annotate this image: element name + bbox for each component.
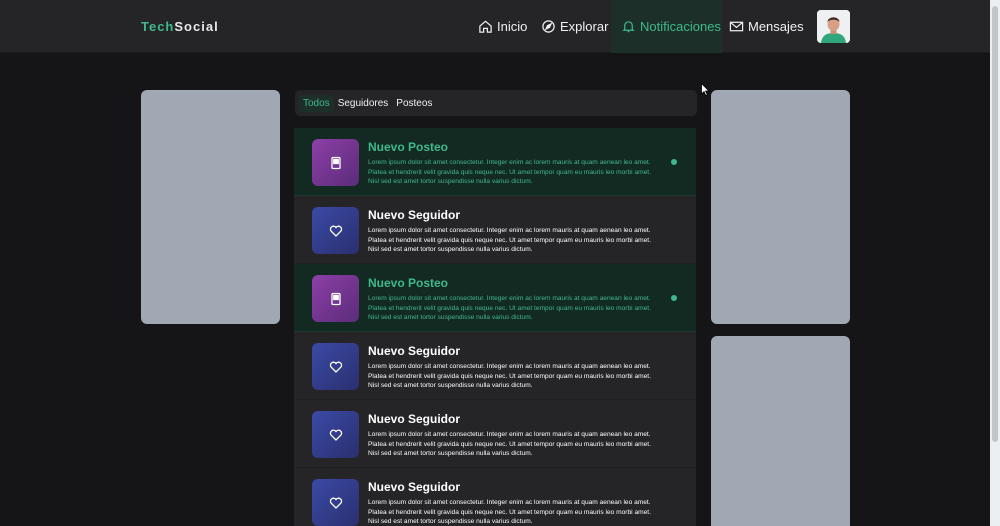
notification-title: Nuevo Posteo [368,140,449,154]
notification-item[interactable]: Nuevo Posteo Lorem ipsum dolor sit amet … [294,264,696,332]
mouse-cursor-icon [701,83,710,96]
notification-list: Nuevo Posteo Lorem ipsum dolor sit amet … [294,128,696,526]
notification-item[interactable]: Nuevo Seguidor Lorem ipsum dolor sit ame… [294,196,696,264]
notification-item[interactable]: Nuevo Posteo Lorem ipsum dolor sit amet … [294,128,696,196]
tab-seguidores[interactable]: Seguidores [334,95,393,112]
top-navbar: TechSocial Inicio Explorar Notificacione… [0,0,990,53]
notification-body: Lorem ipsum dolor sit amet consectetur. … [368,227,651,254]
unread-indicator [671,159,677,165]
unread-indicator [671,295,677,301]
heart-icon [329,225,342,237]
notification-body: Lorem ipsum dolor sit amet consectetur. … [368,295,651,322]
nav-label-mensajes: Mensajes [748,19,804,34]
heart-icon [329,361,342,373]
right-placeholder-card-bottom [711,336,850,526]
heart-icon [329,497,342,509]
notification-title: Nuevo Seguidor [368,480,461,494]
logo[interactable]: TechSocial [141,19,219,34]
notification-item[interactable]: Nuevo Seguidor Lorem ipsum dolor sit ame… [294,400,696,468]
avatar[interactable] [817,10,850,43]
home-icon [479,20,492,33]
notification-title: Nuevo Seguidor [368,344,461,358]
post-thumbnail [312,139,359,186]
document-icon [330,292,341,305]
mail-icon [729,21,744,32]
logo-social: Social [174,19,219,34]
notification-body: Lorem ipsum dolor sit amet consectetur. … [368,159,651,186]
right-placeholder-card-top [711,90,850,324]
nav-item-explorar[interactable]: Explorar [541,0,608,53]
follower-thumbnail [312,479,359,526]
follower-thumbnail [312,207,359,254]
nav-item-notificaciones[interactable]: Notificaciones [611,0,722,53]
logo-tech: Tech [141,19,175,34]
nav-label-inicio: Inicio [497,19,528,34]
notification-body: Lorem ipsum dolor sit amet consectetur. … [368,431,651,458]
nav-label-notificaciones: Notificaciones [640,19,721,34]
follower-thumbnail [312,343,359,390]
notification-item[interactable]: Nuevo Seguidor Lorem ipsum dolor sit ame… [294,468,696,526]
left-placeholder-card [141,90,280,324]
compass-icon [542,20,555,33]
document-icon [330,156,341,169]
nav-item-mensajes[interactable]: Mensajes [729,0,804,53]
tab-posteos[interactable]: Posteos [392,95,436,112]
follower-thumbnail [312,411,359,458]
heart-icon [329,429,342,441]
notification-filter-tabs: Todos Seguidores Posteos [295,90,697,116]
scrollbar-thumb[interactable] [992,6,998,442]
notification-title: Nuevo Seguidor [368,208,461,222]
nav-item-inicio[interactable]: Inicio [478,0,527,53]
bell-icon [622,21,635,33]
notification-body: Lorem ipsum dolor sit amet consectetur. … [368,499,651,526]
nav-label-explorar: Explorar [560,19,609,34]
notification-title: Nuevo Seguidor [368,412,461,426]
notification-item[interactable]: Nuevo Seguidor Lorem ipsum dolor sit ame… [294,332,696,400]
page-scrollbar[interactable] [990,0,1000,526]
post-thumbnail [312,275,359,322]
tab-todos[interactable]: Todos [299,94,334,112]
user-avatar-icon [817,10,850,43]
notification-title: Nuevo Posteo [368,276,449,290]
notification-body: Lorem ipsum dolor sit amet consectetur. … [368,363,651,390]
